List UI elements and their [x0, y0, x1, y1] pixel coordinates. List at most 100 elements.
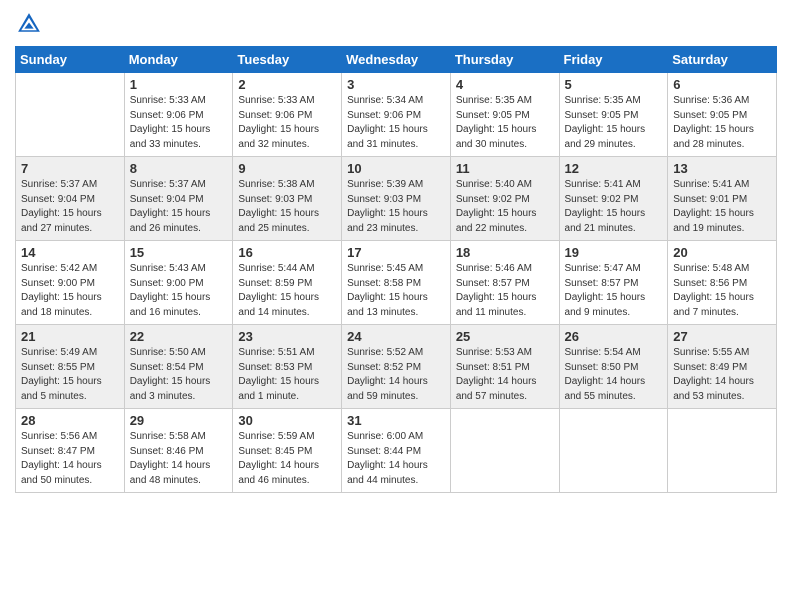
calendar-week-row: 28 Sunrise: 5:56 AM Sunset: 8:47 PM Dayli… — [16, 409, 777, 493]
calendar-cell — [450, 409, 559, 493]
day-number: 11 — [456, 161, 555, 176]
day-info: Sunrise: 5:49 AM Sunset: 8:55 PM Dayligh… — [21, 346, 120, 404]
day-info: Sunrise: 5:50 AM Sunset: 8:54 PM Dayligh… — [130, 346, 229, 404]
day-info: Sunrise: 5:46 AM Sunset: 8:57 PM Dayligh… — [456, 262, 555, 320]
calendar-cell: 6 Sunrise: 5:36 AM Sunset: 9:05 PM Daylig… — [668, 73, 777, 157]
calendar-cell: 18 Sunrise: 5:46 AM Sunset: 8:57 PM Dayli… — [450, 241, 559, 325]
calendar-cell: 29Sunrise: 5:58 AM Sunset: 8:46 PM Dayli… — [124, 409, 233, 493]
calendar-table: SundayMondayTuesdayWednesdayThursdayFrid… — [15, 46, 777, 493]
day-info: Sunrise: 5:45 AM Sunset: 8:58 PM Dayligh… — [347, 262, 446, 320]
day-info: Sunrise: 5:53 AM Sunset: 8:51 PM Dayligh… — [456, 346, 555, 404]
day-info: Sunrise: 5:34 AM Sunset: 9:06 PM Dayligh… — [347, 94, 446, 152]
calendar-week-row: 14 Sunrise: 5:42 AM Sunset: 9:00 PM Dayli… — [16, 241, 777, 325]
calendar-cell: 4 Sunrise: 5:35 AM Sunset: 9:05 PM Daylig… — [450, 73, 559, 157]
day-info: Sunrise: 5:59 AM Sunset: 8:45 PM Dayligh… — [238, 430, 337, 488]
calendar-cell: 7 Sunrise: 5:37 AM Sunset: 9:04 PM Daylig… — [16, 157, 125, 241]
day-info: Sunrise: 5:41 AM Sunset: 9:02 PM Dayligh… — [565, 178, 664, 236]
day-info: Sunrise: 5:56 AM Sunset: 8:47 PM Dayligh… — [21, 430, 120, 488]
day-number: 16 — [238, 245, 337, 260]
calendar-cell: 12 Sunrise: 5:41 AM Sunset: 9:02 PM Dayli… — [559, 157, 668, 241]
day-number: 19 — [565, 245, 664, 260]
calendar-cell: 30 Sunrise: 5:59 AM Sunset: 8:45 PM Dayli… — [233, 409, 342, 493]
day-info: Sunrise: 5:51 AM Sunset: 8:53 PM Dayligh… — [238, 346, 337, 404]
day-info: Sunrise: 5:33 AM Sunset: 9:06 PM Dayligh… — [238, 94, 337, 152]
calendar-cell: 26Sunrise: 5:54 AM Sunset: 8:50 PM Dayli… — [559, 325, 668, 409]
day-number: 3 — [347, 77, 446, 92]
calendar-cell: 31Sunrise: 6:00 AM Sunset: 8:44 PM Dayli… — [342, 409, 451, 493]
calendar-cell: 11 Sunrise: 5:40 AM Sunset: 9:02 PM Dayli… — [450, 157, 559, 241]
calendar-cell: 10 Sunrise: 5:39 AM Sunset: 9:03 PM Dayli… — [342, 157, 451, 241]
day-info: Sunrise: 5:55 AM Sunset: 8:49 PM Dayligh… — [673, 346, 772, 404]
logo-icon — [15, 10, 43, 38]
day-number: 28 — [21, 413, 120, 428]
day-info: Sunrise: 5:40 AM Sunset: 9:02 PM Dayligh… — [456, 178, 555, 236]
day-number: 20 — [673, 245, 772, 260]
weekday-header: Sunday — [16, 47, 125, 73]
day-number: 18 — [456, 245, 555, 260]
day-number: 24 — [347, 329, 446, 344]
day-number: 12 — [565, 161, 664, 176]
day-number: 30 — [238, 413, 337, 428]
calendar-week-row: 1 Sunrise: 5:33 AM Sunset: 9:06 PM Daylig… — [16, 73, 777, 157]
header — [15, 10, 777, 38]
day-info: Sunrise: 5:43 AM Sunset: 9:00 PM Dayligh… — [130, 262, 229, 320]
day-number: 5 — [565, 77, 664, 92]
day-info: Sunrise: 5:37 AM Sunset: 9:04 PM Dayligh… — [130, 178, 229, 236]
calendar-cell: 13 Sunrise: 5:41 AM Sunset: 9:01 PM Dayli… — [668, 157, 777, 241]
weekday-header: Friday — [559, 47, 668, 73]
day-number: 17 — [347, 245, 446, 260]
calendar-cell: 22Sunrise: 5:50 AM Sunset: 8:54 PM Dayli… — [124, 325, 233, 409]
calendar-cell: 1 Sunrise: 5:33 AM Sunset: 9:06 PM Daylig… — [124, 73, 233, 157]
weekday-header: Saturday — [668, 47, 777, 73]
day-info: Sunrise: 5:35 AM Sunset: 9:05 PM Dayligh… — [456, 94, 555, 152]
day-number: 21 — [21, 329, 120, 344]
day-number: 29 — [130, 413, 229, 428]
day-info: Sunrise: 5:44 AM Sunset: 8:59 PM Dayligh… — [238, 262, 337, 320]
calendar-cell: 24 Sunrise: 5:52 AM Sunset: 8:52 PM Dayli… — [342, 325, 451, 409]
day-info: Sunrise: 5:41 AM Sunset: 9:01 PM Dayligh… — [673, 178, 772, 236]
weekday-header: Tuesday — [233, 47, 342, 73]
calendar-cell: 28 Sunrise: 5:56 AM Sunset: 8:47 PM Dayli… — [16, 409, 125, 493]
calendar-cell: 19 Sunrise: 5:47 AM Sunset: 8:57 PM Dayli… — [559, 241, 668, 325]
day-number: 9 — [238, 161, 337, 176]
day-number: 27 — [673, 329, 772, 344]
calendar-cell: 5Sunrise: 5:35 AM Sunset: 9:05 PM Daylig… — [559, 73, 668, 157]
day-info: Sunrise: 5:48 AM Sunset: 8:56 PM Dayligh… — [673, 262, 772, 320]
day-info: Sunrise: 5:33 AM Sunset: 9:06 PM Dayligh… — [130, 94, 229, 152]
calendar-cell: 2Sunrise: 5:33 AM Sunset: 9:06 PM Daylig… — [233, 73, 342, 157]
day-number: 14 — [21, 245, 120, 260]
day-info: Sunrise: 5:38 AM Sunset: 9:03 PM Dayligh… — [238, 178, 337, 236]
logo — [15, 10, 47, 38]
day-number: 1 — [130, 77, 229, 92]
calendar-week-row: 21 Sunrise: 5:49 AM Sunset: 8:55 PM Dayli… — [16, 325, 777, 409]
calendar-cell — [559, 409, 668, 493]
calendar-cell: 3 Sunrise: 5:34 AM Sunset: 9:06 PM Daylig… — [342, 73, 451, 157]
day-number: 6 — [673, 77, 772, 92]
day-number: 10 — [347, 161, 446, 176]
day-info: Sunrise: 5:52 AM Sunset: 8:52 PM Dayligh… — [347, 346, 446, 404]
calendar-cell: 20 Sunrise: 5:48 AM Sunset: 8:56 PM Dayli… — [668, 241, 777, 325]
day-number: 13 — [673, 161, 772, 176]
day-info: Sunrise: 5:37 AM Sunset: 9:04 PM Dayligh… — [21, 178, 120, 236]
calendar-cell: 15Sunrise: 5:43 AM Sunset: 9:00 PM Dayli… — [124, 241, 233, 325]
day-number: 7 — [21, 161, 120, 176]
day-info: Sunrise: 5:47 AM Sunset: 8:57 PM Dayligh… — [565, 262, 664, 320]
day-number: 4 — [456, 77, 555, 92]
day-info: Sunrise: 5:36 AM Sunset: 9:05 PM Dayligh… — [673, 94, 772, 152]
day-number: 8 — [130, 161, 229, 176]
calendar-cell — [16, 73, 125, 157]
calendar-cell: 9 Sunrise: 5:38 AM Sunset: 9:03 PM Daylig… — [233, 157, 342, 241]
calendar-header-row: SundayMondayTuesdayWednesdayThursdayFrid… — [16, 47, 777, 73]
calendar-cell: 14 Sunrise: 5:42 AM Sunset: 9:00 PM Dayli… — [16, 241, 125, 325]
calendar-cell: 8 Sunrise: 5:37 AM Sunset: 9:04 PM Daylig… — [124, 157, 233, 241]
day-info: Sunrise: 5:42 AM Sunset: 9:00 PM Dayligh… — [21, 262, 120, 320]
calendar-cell: 27 Sunrise: 5:55 AM Sunset: 8:49 PM Dayli… — [668, 325, 777, 409]
calendar-cell: 21 Sunrise: 5:49 AM Sunset: 8:55 PM Dayli… — [16, 325, 125, 409]
weekday-header: Monday — [124, 47, 233, 73]
calendar-cell: 16 Sunrise: 5:44 AM Sunset: 8:59 PM Dayli… — [233, 241, 342, 325]
day-number: 23 — [238, 329, 337, 344]
day-info: Sunrise: 5:39 AM Sunset: 9:03 PM Dayligh… — [347, 178, 446, 236]
day-number: 25 — [456, 329, 555, 344]
day-number: 31 — [347, 413, 446, 428]
weekday-header: Wednesday — [342, 47, 451, 73]
